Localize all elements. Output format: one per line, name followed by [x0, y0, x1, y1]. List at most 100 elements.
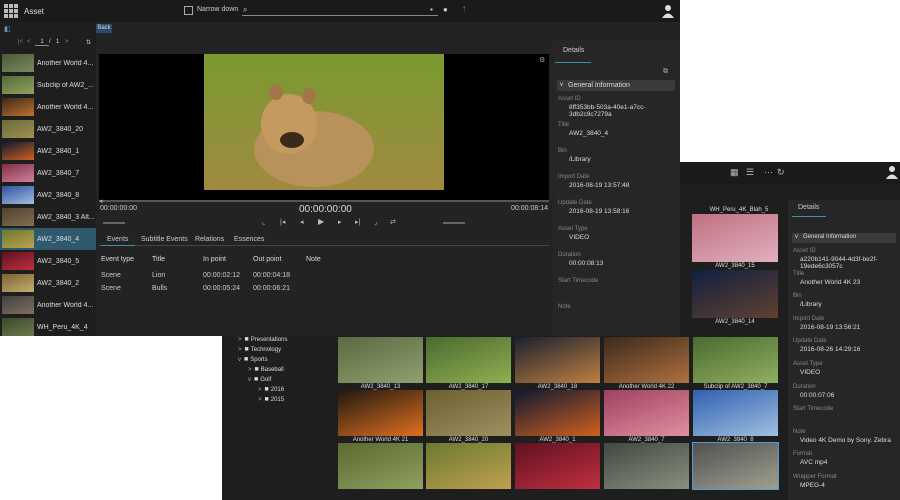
general-info-header[interactable]: v General Information [792, 233, 896, 243]
first-page-button[interactable]: |< [18, 39, 23, 45]
goto-end-icon[interactable]: ▸| [355, 218, 360, 226]
list-item[interactable]: AW2_3840_20 [0, 118, 96, 140]
detail-label: Update Date [793, 338, 827, 345]
grid-thumbnail[interactable] [426, 443, 511, 489]
table-cell: 00:00:04:18 [253, 272, 290, 279]
tree-expand-icon[interactable]: > [258, 387, 262, 393]
goto-start-icon[interactable]: |◂ [280, 218, 285, 226]
seek-bar[interactable] [99, 200, 549, 202]
back-button[interactable]: Back [96, 24, 112, 33]
next-page-button[interactable]: > [65, 39, 69, 45]
list-item[interactable]: AW2_3840_8 [0, 184, 96, 206]
grid-thumbnail[interactable] [338, 337, 423, 383]
loop-icon[interactable]: ⇄ [390, 218, 396, 226]
mark-out-icon[interactable]: ⌟ [374, 218, 377, 226]
tree-expand-icon[interactable]: > [238, 347, 242, 353]
tree-expand-icon[interactable]: > [238, 337, 242, 343]
grid-thumbnail[interactable] [338, 443, 423, 489]
grid-view-icon[interactable]: ▦ [730, 167, 740, 177]
list-item[interactable]: AW2_3840_2 [0, 272, 96, 294]
list-item[interactable]: WH_Peru_4K_4 [0, 316, 96, 336]
list-item[interactable]: AW2_3840_1 [0, 140, 96, 162]
save-search-icon[interactable]: ▪ [430, 5, 433, 14]
tree-expand-icon[interactable]: > [258, 397, 262, 403]
toggle-panel-icon[interactable]: ◧ [4, 25, 11, 33]
grid-thumbnail[interactable] [604, 337, 689, 383]
tree-item[interactable]: > ■ Presentations [238, 336, 287, 345]
detail-label: Start Timecode [793, 406, 834, 413]
export-icon[interactable]: ⧉ [663, 68, 668, 76]
list-view-icon[interactable]: ☰ [746, 167, 756, 177]
grid-thumbnail[interactable] [692, 442, 779, 490]
play-icon[interactable]: ▶ [318, 217, 324, 226]
grid-thumbnail[interactable] [692, 270, 778, 318]
page-input[interactable]: 1 [35, 39, 49, 46]
tab-essences[interactable]: Essences [234, 236, 264, 243]
upload-icon[interactable]: ↑ [462, 4, 466, 13]
grid-thumbnail[interactable] [515, 443, 600, 489]
step-back-icon[interactable]: ◂ [300, 218, 304, 226]
user-avatar-icon[interactable] [886, 165, 898, 179]
seek-handle[interactable]: ◂ [99, 197, 103, 205]
tree-item[interactable]: > ■ Technology [238, 346, 281, 355]
tree-item[interactable]: > ■ 2016 [258, 386, 284, 395]
refresh-icon[interactable]: ↻ [777, 167, 787, 177]
list-item[interactable]: Another World 4... [0, 52, 96, 74]
app-topbar: Asset Narrow down ⌕ ▪ ● ↑ [0, 0, 680, 22]
list-item[interactable]: AW2_3840_4 [0, 228, 96, 250]
details-tab-underline [792, 216, 826, 217]
tree-item[interactable]: > ■ 2015 [258, 396, 284, 405]
sort-icon[interactable]: ⇅ [86, 39, 91, 46]
narrow-down-checkbox[interactable] [184, 6, 193, 15]
grid-thumbnail[interactable] [692, 214, 778, 262]
grid-thumbnail[interactable] [693, 390, 778, 436]
general-info-header[interactable]: v General Information [557, 80, 675, 91]
grid-thumbnail[interactable] [515, 337, 600, 383]
event-tabs: Events Subtitle Events Relations Essence… [99, 232, 549, 246]
details-tab[interactable]: Details [563, 47, 584, 54]
detail-label: Import Date [558, 174, 590, 180]
tree-expand-icon[interactable]: > [248, 367, 252, 373]
tab-events[interactable]: Events [107, 236, 128, 243]
list-item-label: AW2_3840_3 Alt... [37, 213, 95, 221]
list-item-label: AW2_3840_5 [37, 257, 80, 265]
tree-expand-icon[interactable]: v [248, 377, 251, 383]
mark-in-slider[interactable] [103, 222, 125, 224]
grid-thumbnail[interactable] [338, 390, 423, 436]
list-item[interactable]: Subclip of AW2_... [0, 74, 96, 96]
mark-in-icon[interactable]: ⌞ [262, 218, 265, 226]
search-input[interactable]: ⌕ ▪ [242, 5, 438, 16]
tree-item[interactable]: v ■ Golf [248, 376, 271, 385]
list-item[interactable]: Another World 4... [0, 294, 96, 316]
grid-thumbnail[interactable] [604, 443, 689, 489]
list-item[interactable]: AW2_3840_5 [0, 250, 96, 272]
detail-value: 2016-08-19 13:56:21 [800, 323, 861, 331]
asset-window: Asset Narrow down ⌕ ▪ ● ↑ ◧ |< < 1 / 1 >… [0, 0, 680, 336]
list-item[interactable]: AW2_3840_3 Alt... [0, 206, 96, 228]
tree-item[interactable]: > ■ Baseball [248, 366, 284, 375]
tree-expand-icon[interactable]: v [238, 357, 241, 363]
list-item[interactable]: Another World 4... [0, 96, 96, 118]
video-settings-icon[interactable]: ⚙ [539, 56, 545, 64]
mark-out-slider[interactable] [443, 222, 465, 224]
grid-thumbnail[interactable] [604, 390, 689, 436]
prev-page-button[interactable]: < [27, 39, 31, 45]
tab-subtitle-events[interactable]: Subtitle Events [141, 236, 188, 243]
user-avatar-icon[interactable] [662, 4, 674, 18]
video-player[interactable]: ⚙ [99, 54, 549, 200]
grid-thumbnail[interactable] [515, 390, 600, 436]
help-icon[interactable]: ● [443, 5, 448, 14]
detail-value: 2016-08-26 14:29:16 [800, 346, 861, 354]
list-item[interactable]: AW2_3840_7 [0, 162, 96, 184]
more-icon[interactable]: ⋯ [764, 167, 774, 177]
grid-thumbnail[interactable] [426, 337, 511, 383]
app-grid-icon[interactable] [4, 4, 18, 18]
details-tab[interactable]: Details [798, 204, 819, 211]
list-thumbnail [2, 296, 34, 314]
tab-relations[interactable]: Relations [195, 236, 224, 243]
step-forward-icon[interactable]: ▸ [338, 218, 342, 226]
events-table: Event type Title In point Out point Note Scen… [99, 252, 549, 302]
grid-thumbnail[interactable] [426, 390, 511, 436]
tree-item[interactable]: v ■ Sports [238, 356, 268, 365]
detail-label: Bin [793, 293, 802, 300]
